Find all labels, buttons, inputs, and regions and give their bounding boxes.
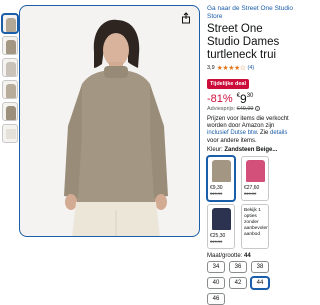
list-price: Adviesprijs: €49,99 i: [207, 106, 293, 112]
discount-percentage: -81%: [207, 93, 233, 105]
size-button-46[interactable]: 46: [207, 292, 225, 305]
rating-row[interactable]: 3,9 ★★★★☆ (4): [207, 64, 293, 72]
color-label-text: Kleur:: [207, 146, 223, 153]
info-icon[interactable]: i: [255, 106, 261, 112]
vat-notice-text: Prijzen voor items die verkocht worden d…: [207, 116, 289, 130]
rating-value: 3,9: [207, 65, 215, 71]
thumbnail-1[interactable]: [2, 14, 18, 33]
product-title: Street One Studio Dames turtleneck trui: [207, 23, 280, 61]
size-label: Maat/grootte: 44: [207, 253, 293, 259]
deal-badge: Tijdelijke deal: [207, 79, 249, 89]
swatch-list-price: €49,99: [210, 190, 223, 196]
main-product-image[interactable]: [19, 5, 200, 237]
thumbnail-4[interactable]: [2, 80, 18, 99]
color-swatch-beige[interactable]: €9,30 €49,99: [207, 155, 235, 201]
size-button-34[interactable]: 34: [207, 260, 225, 273]
size-options: 34 36 38 40 42 44 46: [207, 260, 293, 305]
thumbnail-image: [6, 84, 16, 98]
price-fraction: 30: [246, 93, 254, 99]
thumbnail-3[interactable]: [2, 58, 18, 77]
vat-notice: Prijzen voor items die verkocht worden d…: [207, 116, 293, 145]
details-link[interactable]: details: [270, 130, 287, 136]
size-button-40[interactable]: 40: [207, 276, 225, 289]
price-row: -81% € 9 30: [207, 93, 293, 105]
thumbnail-image: [6, 18, 16, 32]
vat-notice-text: . Zie: [256, 130, 271, 137]
share-icon[interactable]: [180, 12, 192, 24]
color-label: Kleur: Zandsteen Beige...: [207, 147, 293, 153]
size-button-38[interactable]: 38: [251, 260, 269, 273]
list-price-value: €49,99: [236, 106, 254, 112]
thumbnail-image: [6, 62, 16, 76]
size-label-text: Maat/grootte:: [207, 252, 243, 259]
color-swatch-pink[interactable]: €27,60 €49,99: [241, 155, 269, 201]
size-value: 44: [244, 252, 251, 259]
size-button-44[interactable]: 44: [251, 276, 269, 289]
unavailable-options-text: Bekijk 1 opties zonder aanbevolen aanbod: [244, 207, 269, 237]
swatch-image: [212, 207, 231, 230]
store-link[interactable]: Ga naar de Street One Studio Store: [207, 5, 293, 21]
color-value: Zandsteen Beige...: [224, 146, 278, 153]
thumbnail-image: [6, 106, 16, 120]
size-button-36[interactable]: 36: [229, 260, 247, 273]
thumbnail-list: [2, 14, 18, 146]
thumbnail-5[interactable]: [2, 102, 18, 121]
size-button-42[interactable]: 42: [229, 276, 247, 289]
star-rating-icon[interactable]: ★★★★☆: [217, 64, 246, 72]
swatch-image: [246, 159, 265, 182]
color-swatch-unavailable[interactable]: Bekijk 1 opties zonder aanbevolen aanbod: [241, 203, 269, 249]
vat-link[interactable]: inclusief Dutse btw: [207, 130, 257, 136]
swatch-image: [212, 159, 231, 182]
thumbnail-image: [6, 129, 16, 139]
swatch-list-price: €49,99: [210, 238, 223, 244]
color-swatch-navy[interactable]: €25,30 €49,99: [207, 203, 235, 249]
model-image: [64, 19, 168, 236]
price-whole: 9: [240, 92, 247, 106]
swatch-list-price: €49,99: [244, 190, 257, 196]
product-info: Ga naar de Street One Studio Store Stree…: [207, 5, 293, 305]
thumbnail-6[interactable]: [2, 124, 18, 143]
rating-count[interactable]: (4): [248, 65, 255, 71]
list-price-label: Adviesprijs:: [207, 106, 236, 112]
thumbnail-image: [6, 40, 16, 54]
color-swatches: €9,30 €49,99 €27,60 €49,99 €25,30 €49,99…: [207, 155, 293, 249]
vat-notice-text: voor andere items.: [207, 137, 257, 144]
thumbnail-2[interactable]: [2, 36, 18, 55]
